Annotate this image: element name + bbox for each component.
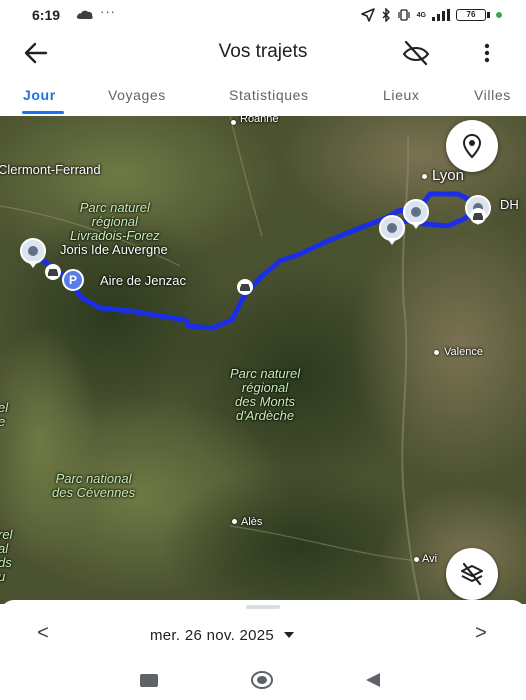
signal-icon xyxy=(432,9,450,21)
previous-day-button[interactable]: < xyxy=(32,622,54,646)
park-label-livradois: Parc naturel régional Livradois-Forez xyxy=(70,200,160,243)
car-marker-1[interactable] xyxy=(44,263,62,281)
selected-date: mer. 26 nov. 2025 xyxy=(150,626,275,644)
status-bar: 6:19 ··· 4G 76 xyxy=(0,0,526,30)
car-icon xyxy=(237,279,253,295)
bluetooth-icon xyxy=(382,8,390,22)
location-off-icon xyxy=(402,40,430,66)
status-overflow: ··· xyxy=(100,4,116,19)
edge-label-1: el e xyxy=(0,400,9,429)
location-pin-icon xyxy=(403,199,429,229)
more-vert-icon xyxy=(484,43,490,63)
car-icon xyxy=(470,208,486,224)
next-day-button[interactable]: > xyxy=(470,622,492,646)
place-label-valence: Valence xyxy=(444,346,483,358)
layers-off-icon xyxy=(461,562,483,586)
park-label-cevennes: Parc national des Cévennes xyxy=(52,471,136,500)
place-label-dh: DH xyxy=(500,197,519,212)
roanne-dot xyxy=(231,120,236,125)
valence-dot xyxy=(434,350,439,355)
layers-toggle-button[interactable] xyxy=(446,548,498,600)
home-icon xyxy=(251,671,273,689)
avignon-dot xyxy=(414,557,419,562)
recenter-button[interactable] xyxy=(446,120,498,172)
park-label-ardeche: Parc naturel régional des Monts d'Ardèch… xyxy=(230,366,301,423)
car-icon xyxy=(45,264,61,280)
place-label-clermont: Clermont-Ferrand xyxy=(0,162,101,177)
more-options-button[interactable] xyxy=(476,40,498,66)
map-view[interactable]: Roanne Clermont-Ferrand Lyon DH Valence … xyxy=(0,116,526,604)
location-pin-icon xyxy=(462,133,482,159)
car-marker-3[interactable] xyxy=(469,207,487,225)
location-history-off-button[interactable] xyxy=(400,39,432,67)
home-button[interactable] xyxy=(250,670,274,690)
ales-dot xyxy=(232,519,237,524)
tab-lieux[interactable]: Lieux xyxy=(383,87,419,103)
visit-label-jenzac: Aire de Jenzac xyxy=(100,273,186,288)
system-back-button[interactable] xyxy=(364,672,382,688)
network-type: 4G xyxy=(416,11,426,19)
drag-handle[interactable] xyxy=(246,605,280,609)
visit-label-joris: Joris Ide Auvergne xyxy=(60,242,168,257)
parking-marker[interactable]: P xyxy=(62,269,84,291)
app-bar: Vos trajets xyxy=(0,30,526,76)
place-label-avignon: Avi xyxy=(422,553,438,565)
tab-bar: Jour Voyages Statistiques Lieux Villes xyxy=(0,80,526,116)
privacy-indicator xyxy=(496,12,502,18)
battery-level: 76 xyxy=(456,9,486,21)
active-tab-indicator xyxy=(22,111,64,114)
status-icons: 4G 76 xyxy=(360,6,502,24)
tab-voyages[interactable]: Voyages xyxy=(108,87,166,103)
back-triangle-icon xyxy=(366,673,380,687)
tab-jour[interactable]: Jour xyxy=(23,87,56,103)
battery-tip-icon xyxy=(487,12,490,18)
tab-villes[interactable]: Villes xyxy=(474,87,511,103)
satellite-terrain xyxy=(0,116,526,604)
place-label-lyon: Lyon xyxy=(432,167,464,184)
cloud-icon xyxy=(76,10,93,19)
navigation-arrow-icon xyxy=(360,8,375,22)
recent-apps-icon[interactable] xyxy=(140,674,158,687)
place-label-roanne: Roanne xyxy=(240,116,279,125)
date-picker-button[interactable]: mer. 26 nov. 2025 xyxy=(150,624,295,646)
date-sheet: < mer. 26 nov. 2025 > xyxy=(0,600,526,660)
car-marker-2[interactable] xyxy=(236,278,254,296)
status-time: 6:19 xyxy=(32,7,61,23)
vibrate-icon xyxy=(398,9,410,21)
page-title: Vos trajets xyxy=(218,41,308,62)
place-label-ales: Alès xyxy=(241,516,263,528)
visit-pin-lyon[interactable] xyxy=(400,198,432,230)
edge-label-2: rel al ds u xyxy=(0,527,13,584)
tab-statistiques[interactable]: Statistiques xyxy=(229,87,309,103)
caret-down-icon xyxy=(284,632,295,638)
system-nav-bar xyxy=(0,660,526,700)
lyon-dot xyxy=(422,174,427,179)
